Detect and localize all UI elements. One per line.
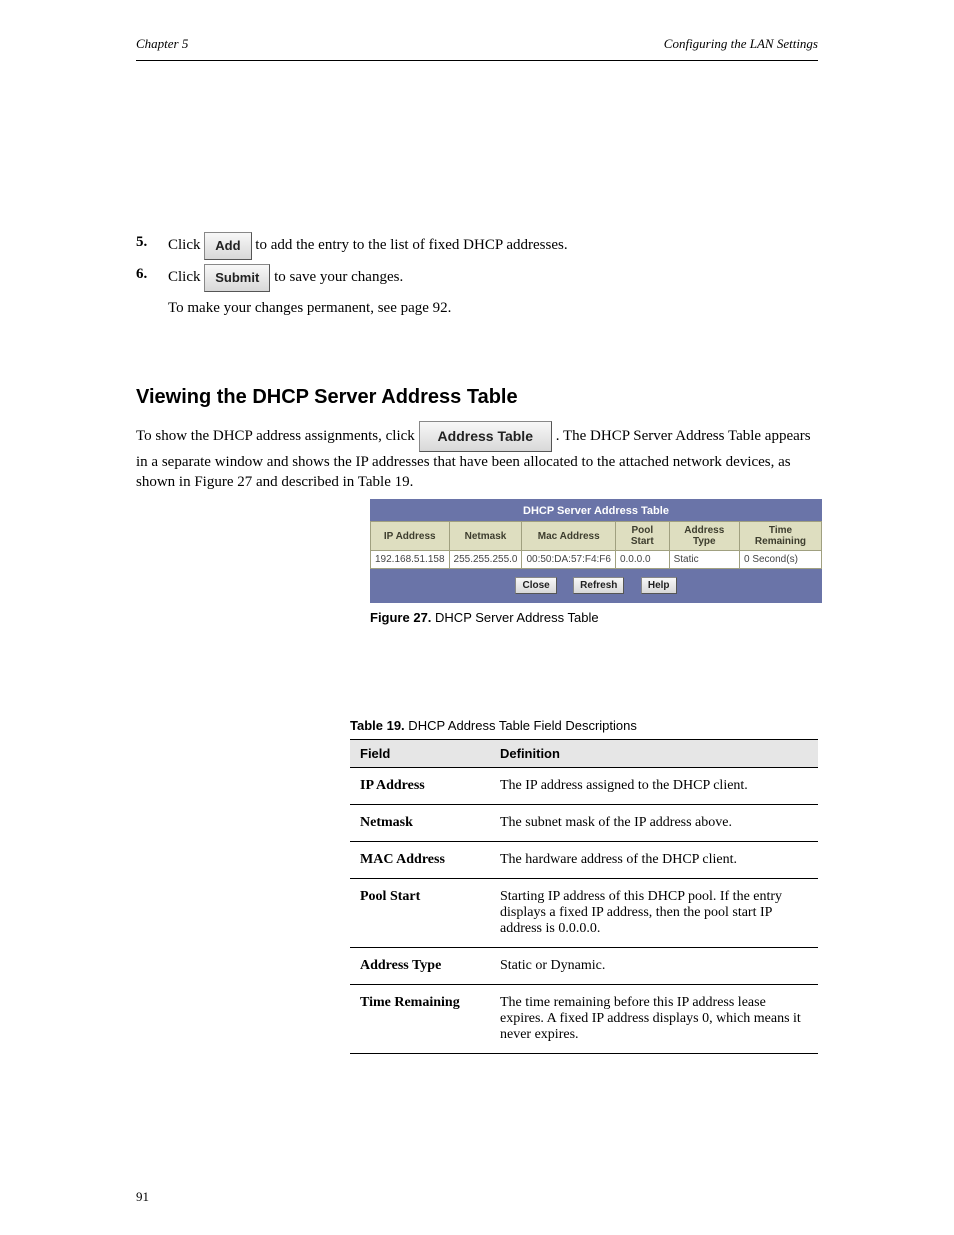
col-addrtype: Address Type (669, 522, 739, 551)
page-header: Chapter 5 Configuring the LAN Settings (136, 36, 818, 61)
definition-col: Definition (490, 740, 818, 768)
table-row: Address Type Static or Dynamic. (350, 948, 818, 985)
field-descriptions-table: Field Definition IP Address The IP addre… (350, 739, 818, 1054)
table-row: Netmask The subnet mask of the IP addres… (350, 805, 818, 842)
table-row: 192.168.51.158 255.255.255.0 00:50:DA:57… (371, 551, 822, 569)
help-button[interactable]: Help (641, 577, 677, 594)
field-table-section: Table 19. DHCP Address Table Field Descr… (350, 718, 818, 1054)
table-row: IP Address The IP address assigned to th… (350, 768, 818, 805)
step-6: 6. Click Submit to save your changes. To… (136, 264, 818, 318)
table-row: MAC Address The hardware address of the … (350, 842, 818, 879)
add-button[interactable]: Add (204, 232, 251, 260)
table-caption: Table 19. DHCP Address Table Field Descr… (350, 718, 818, 733)
step-text: Click Add to add the entry to the list o… (168, 232, 568, 260)
close-button[interactable]: Close (515, 577, 556, 594)
figure-title: DHCP Server Address Table (370, 499, 822, 521)
step-number: 5. (136, 232, 154, 260)
col-mac: Mac Address (522, 522, 616, 551)
refresh-button[interactable]: Refresh (573, 577, 624, 594)
col-netmask: Netmask (449, 522, 522, 551)
address-table-button[interactable]: Address Table (419, 421, 552, 452)
step-5: 5. Click Add to add the entry to the lis… (136, 232, 818, 260)
section-desc: To show the DHCP address assignments, cl… (136, 421, 818, 492)
dhcp-address-table-figure: DHCP Server Address Table IP Address Net… (370, 499, 822, 603)
section-title: Viewing the DHCP Server Address Table (136, 384, 818, 411)
step-note: To make your changes permanent, see page… (168, 298, 818, 318)
submit-button[interactable]: Submit (204, 264, 270, 292)
col-ip: IP Address (371, 522, 450, 551)
header-chapter: Chapter 5 (136, 36, 188, 52)
figure-button-row: Close Refresh Help (370, 569, 822, 603)
page-number: 91 (136, 1189, 149, 1205)
section: Viewing the DHCP Server Address Table To… (136, 384, 818, 492)
table-row: Pool Start Starting IP address of this D… (350, 879, 818, 948)
step-number: 6. (136, 264, 154, 292)
col-poolstart: Pool Start (615, 522, 669, 551)
field-col: Field (350, 740, 490, 768)
header-title: Configuring the LAN Settings (664, 36, 818, 52)
dhcp-address-table: IP Address Netmask Mac Address Pool Star… (370, 521, 822, 569)
figure-caption: Figure 27. DHCP Server Address Table (370, 610, 822, 625)
table-row: Time Remaining The time remaining before… (350, 985, 818, 1054)
step-text: Click Submit to save your changes. (168, 264, 403, 292)
col-time: Time Remaining (739, 522, 821, 551)
